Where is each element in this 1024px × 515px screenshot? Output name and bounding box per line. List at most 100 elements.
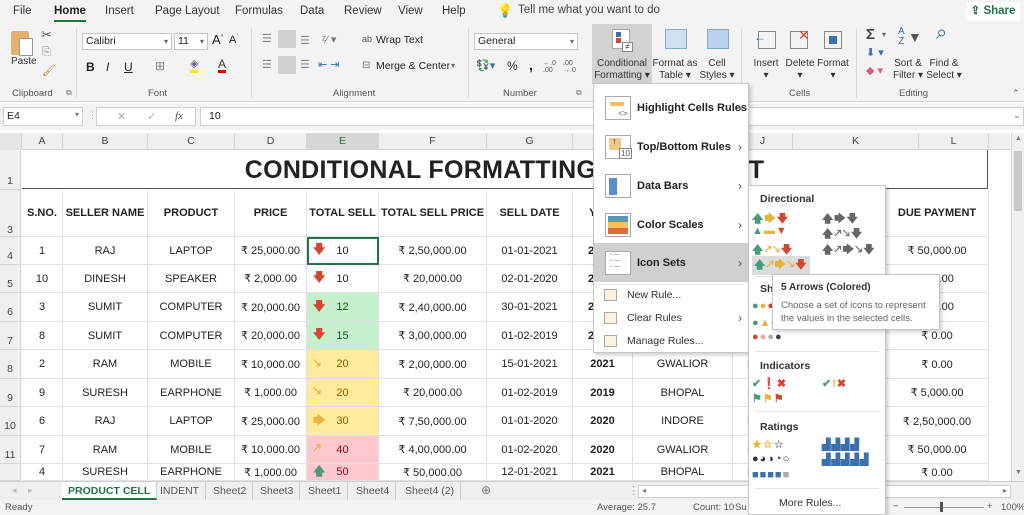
cell-total[interactable]: ₹ 2,40,000.00: [379, 293, 487, 322]
cell-total[interactable]: ₹ 4,00,000.00: [379, 436, 487, 464]
increase-decimal-icon[interactable]: ←.0.00: [543, 60, 556, 74]
cell-price[interactable]: ₹ 10,000.00: [235, 350, 307, 379]
insert-cells-button[interactable]: ← Insert ▾: [749, 27, 783, 82]
row-header[interactable]: 9: [0, 379, 21, 407]
row-header[interactable]: 6: [0, 293, 21, 322]
more-rules-link[interactable]: More Rules...: [779, 497, 841, 509]
row-header[interactable]: 3: [0, 190, 21, 237]
tab-help[interactable]: Help: [442, 5, 466, 17]
cell-seller[interactable]: SUMIT: [63, 293, 148, 322]
icon-set-4-ratings[interactable]: ▟▟▟▟: [822, 438, 860, 451]
fill-color-icon[interactable]: ◈: [190, 59, 199, 73]
cell-product[interactable]: MOBILE: [148, 436, 235, 464]
bold-button[interactable]: B: [86, 60, 95, 74]
cell-sno[interactable]: 8: [22, 322, 63, 350]
cell-date[interactable]: 15-01-2021: [487, 350, 573, 379]
cancel-icon[interactable]: ✕: [117, 110, 126, 123]
cell-date[interactable]: 01-02-2019: [487, 379, 573, 407]
cell-sno[interactable]: 10: [22, 265, 63, 293]
cell-seller[interactable]: SURESH: [63, 464, 148, 481]
icon-set-5-arrows-colored[interactable]: 🡅🡕🡆🡖🡇: [752, 256, 810, 275]
row-header[interactable]: 4: [0, 237, 21, 265]
cell-product[interactable]: COMPUTER: [148, 293, 235, 322]
header-sell-date[interactable]: SELL DATE: [487, 190, 573, 237]
zoom-slider-handle[interactable]: [940, 502, 943, 512]
cell-sell[interactable]: 🡖 20: [307, 350, 379, 379]
menu-data-bars[interactable]: Data Bars ›: [594, 166, 748, 205]
tab-file[interactable]: File: [13, 5, 32, 17]
cell-date[interactable]: 01-02-2020: [487, 436, 573, 464]
cell-sell[interactable]: 🡖 20: [307, 379, 379, 407]
cell-seller[interactable]: RAM: [63, 350, 148, 379]
wrap-text-button[interactable]: Wrap Text: [376, 34, 423, 46]
cell-product[interactable]: COMPUTER: [148, 322, 235, 350]
font-family-dropdown[interactable]: Calibri ▾: [82, 33, 172, 50]
sheet-tab[interactable]: Sheet2: [207, 482, 254, 500]
number-dialog-launcher-icon[interactable]: ⧉: [576, 88, 582, 98]
icon-set-5-quarters[interactable]: ●◕◑◔○: [752, 453, 790, 465]
sheet-tab[interactable]: Sheet3: [254, 482, 301, 500]
decrease-decimal-icon[interactable]: .00 →.0: [563, 60, 576, 74]
cell-year[interactable]: 2020: [573, 407, 633, 436]
icon-set-3-symbols[interactable]: ✔!✖: [822, 377, 847, 390]
row-header[interactable]: 1: [0, 150, 21, 190]
cell-sno[interactable]: 1: [22, 237, 63, 265]
column-header-e[interactable]: E: [307, 133, 379, 150]
header-total-sell[interactable]: TOTAL SELL: [307, 190, 379, 237]
sheet-tab[interactable]: Sheet4: [350, 482, 397, 500]
menu-color-scales[interactable]: Color Scales ›: [594, 205, 748, 244]
percent-button[interactable]: %: [507, 59, 518, 73]
cell-sno[interactable]: 2: [22, 350, 63, 379]
header-total-sell-price[interactable]: TOTAL SELL PRICE: [379, 190, 487, 237]
cell-product[interactable]: SPEAKER: [148, 265, 235, 293]
cell-sno[interactable]: 4: [22, 464, 63, 481]
cell-city[interactable]: GWALIOR: [633, 436, 733, 464]
italic-button[interactable]: I: [106, 60, 109, 74]
column-header-f[interactable]: F: [379, 133, 487, 150]
cell-seller[interactable]: RAJ: [63, 407, 148, 436]
cell-product[interactable]: LAPTOP: [148, 237, 235, 265]
cell-price[interactable]: ₹ 10,000.00: [235, 436, 307, 464]
share-button[interactable]: ⇪ Share: [966, 2, 1020, 21]
autosum-button[interactable]: Σ: [866, 26, 875, 43]
font-size-dropdown[interactable]: 11 ▾: [174, 33, 208, 50]
tab-view[interactable]: View: [398, 5, 423, 17]
fill-icon[interactable]: ⬇ ▾: [866, 46, 884, 59]
header-sno[interactable]: S.NO.: [22, 190, 63, 237]
cell-year[interactable]: 2021: [573, 350, 633, 379]
borders-icon[interactable]: ⊞: [155, 59, 165, 73]
sheet-tab[interactable]: Sheet4 (2): [399, 482, 462, 500]
sheet-title[interactable]: CONDITIONAL FORMATTING IT: [22, 150, 988, 189]
cell-year[interactable]: 2019: [573, 379, 633, 407]
next-sheet-icon[interactable]: ▸: [28, 485, 33, 496]
column-header-b[interactable]: B: [63, 133, 148, 150]
delete-cells-button[interactable]: ✕ Delete ▾: [783, 27, 817, 82]
conditional-formatting-button[interactable]: ≠ Conditional Formatting ▾: [592, 24, 652, 84]
cell-sell[interactable]: 🡇 12: [307, 293, 379, 322]
cell-price[interactable]: ₹ 20,000.00: [235, 293, 307, 322]
column-header-l[interactable]: L: [919, 133, 989, 150]
cell-price[interactable]: ₹ 1,000.00: [235, 464, 307, 481]
icon-set-3-symbols-circled[interactable]: ✔❗✖: [752, 377, 787, 390]
cell-sell[interactable]: 🡅 50: [307, 464, 379, 481]
menu-top-bottom-rules[interactable]: ↑ 10 Top/Bottom Rules ›: [594, 127, 748, 166]
clear-icon[interactable]: ◆ ▾: [866, 64, 883, 77]
zoom-slider[interactable]: [904, 507, 984, 508]
menu-manage-rules[interactable]: Manage Rules...: [594, 330, 748, 352]
cell-sno[interactable]: 7: [22, 436, 63, 464]
zoom-in-button[interactable]: +: [987, 501, 993, 512]
name-box[interactable]: E4 ▾: [3, 107, 83, 126]
cell-seller[interactable]: DINESH: [63, 265, 148, 293]
cell-sell[interactable]: 🡕 40: [307, 436, 379, 464]
select-all-corner[interactable]: [0, 133, 22, 150]
cell-city[interactable]: INDORE: [633, 407, 733, 436]
cell-product[interactable]: LAPTOP: [148, 407, 235, 436]
cell-due[interactable]: ₹ 0.00: [886, 464, 989, 481]
cell-total[interactable]: ₹ 2,50,000.00: [379, 237, 487, 265]
menu-clear-rules[interactable]: Clear Rules ›: [594, 307, 748, 329]
enter-icon[interactable]: ✓: [147, 110, 156, 123]
zoom-out-button[interactable]: −: [893, 501, 899, 512]
cell-due[interactable]: ₹ 2,50,000.00: [886, 407, 989, 436]
prev-sheet-icon[interactable]: ◂: [12, 485, 17, 496]
cell-total[interactable]: ₹ 7,50,000.00: [379, 407, 487, 436]
